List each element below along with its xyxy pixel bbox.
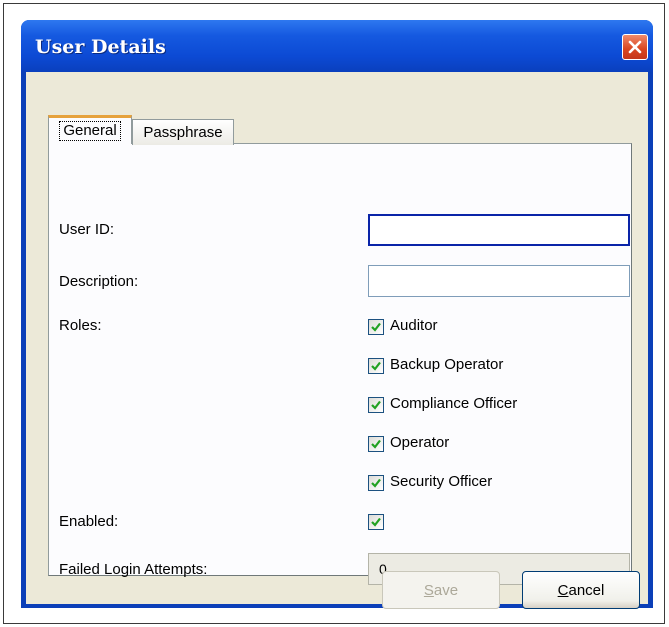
general-tab-panel: User ID: Description: Roles: Auditor Bac… bbox=[48, 143, 632, 585]
auditor-label[interactable]: Auditor bbox=[390, 317, 438, 334]
enabled-checkbox[interactable] bbox=[368, 514, 384, 530]
check-icon bbox=[370, 399, 382, 411]
save-label: ave bbox=[433, 581, 459, 599]
check-icon bbox=[370, 477, 382, 489]
dialog-body: General Passphrase User ID: Description:… bbox=[26, 72, 648, 609]
compliance-officer-checkbox[interactable] bbox=[368, 397, 384, 413]
check-icon bbox=[370, 360, 382, 372]
close-button[interactable] bbox=[622, 34, 648, 60]
security-officer-checkbox[interactable] bbox=[368, 475, 384, 491]
save-button[interactable]: Save bbox=[382, 571, 500, 609]
operator-label[interactable]: Operator bbox=[390, 434, 449, 451]
roles-label: Roles: bbox=[59, 317, 102, 334]
user-id-label: User ID: bbox=[59, 221, 115, 238]
save-mnemonic: S bbox=[423, 581, 434, 599]
tab-general-label: General bbox=[59, 121, 121, 141]
tab-passphrase-label: Passphrase bbox=[143, 124, 223, 141]
failed-login-attempts-label: Failed Login Attempts: bbox=[59, 561, 208, 578]
description-input[interactable] bbox=[368, 265, 630, 297]
close-x-icon bbox=[628, 40, 642, 54]
enabled-label: Enabled: bbox=[59, 513, 119, 530]
tab-passphrase[interactable]: Passphrase bbox=[132, 119, 234, 145]
backup-operator-label[interactable]: Backup Operator bbox=[390, 356, 503, 373]
compliance-officer-label[interactable]: Compliance Officer bbox=[390, 395, 517, 412]
description-label: Description: bbox=[59, 273, 139, 290]
user-details-dialog: User Details General Passphrase User ID:… bbox=[21, 20, 653, 609]
check-icon bbox=[370, 516, 382, 528]
user-id-input[interactable] bbox=[368, 214, 630, 246]
tab-general[interactable]: General bbox=[48, 115, 132, 144]
cancel-mnemonic: C bbox=[557, 581, 569, 599]
cancel-button[interactable]: Cancel bbox=[522, 571, 640, 609]
check-icon bbox=[370, 321, 382, 333]
window-title: User Details bbox=[35, 36, 166, 58]
auditor-checkbox[interactable] bbox=[368, 319, 384, 335]
operator-checkbox[interactable] bbox=[368, 436, 384, 452]
security-officer-label[interactable]: Security Officer bbox=[390, 473, 492, 490]
cancel-label: ancel bbox=[568, 581, 605, 599]
title-bar[interactable]: User Details bbox=[21, 20, 653, 72]
check-icon bbox=[370, 438, 382, 450]
backup-operator-checkbox[interactable] bbox=[368, 358, 384, 374]
